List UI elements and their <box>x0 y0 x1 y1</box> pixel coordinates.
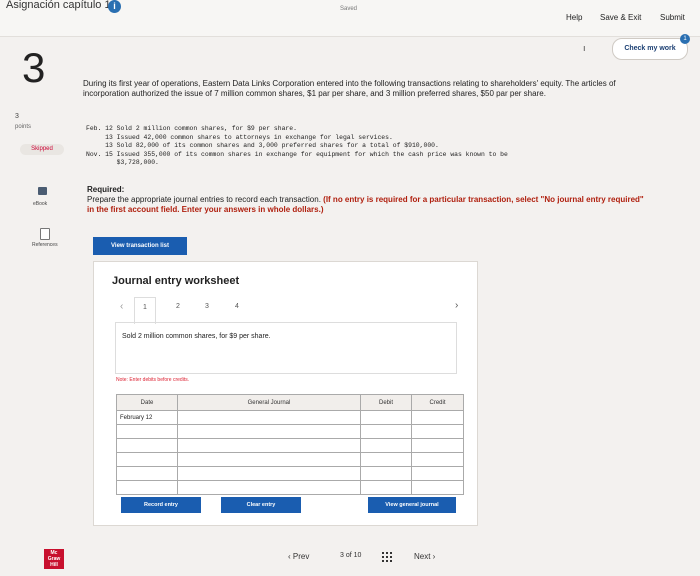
credit-cell[interactable] <box>411 438 464 453</box>
chevron-right-icon[interactable]: › <box>455 300 458 311</box>
page-indicator: 3 of 10 <box>340 552 361 559</box>
date-cell[interactable] <box>116 466 178 481</box>
credit-cell[interactable] <box>411 410 464 425</box>
assignment-title: Asignación capítulo 18 <box>6 0 117 11</box>
check-my-work-button[interactable]: Check my work <box>612 38 688 60</box>
transaction-line: Nov. 15 Issued 355,000 of its common sha… <box>86 150 508 158</box>
column-general-journal: General Journal <box>177 394 361 411</box>
transaction-line: $3,728,000. <box>86 159 159 166</box>
entry-description-box <box>115 322 457 374</box>
date-cell[interactable] <box>116 438 178 453</box>
page-tab-4[interactable]: 4 <box>235 303 239 310</box>
top-bar: Asignación capítulo 18 i Saved Help Save… <box>0 0 700 37</box>
date-cell[interactable]: February 12 <box>116 410 178 425</box>
account-cell[interactable] <box>177 466 361 481</box>
credit-cell[interactable] <box>411 480 464 495</box>
save-exit-link[interactable]: Save & Exit <box>600 13 641 22</box>
date-cell[interactable] <box>116 480 178 495</box>
mcgraw-hill-logo: Mc Graw Hill <box>44 549 64 569</box>
transaction-line: 13 Issued 42,000 common shares to attorn… <box>86 133 393 141</box>
transaction-line: 13 Sold 82,000 of its common shares and … <box>86 142 439 149</box>
help-link[interactable]: Help <box>566 13 582 22</box>
clear-entry-button[interactable]: Clear entry <box>221 497 301 513</box>
date-cell[interactable] <box>116 424 178 439</box>
transaction-list: Feb. 12 Sold 2 million common shares, fo… <box>86 125 666 168</box>
question-intro: During its first year of operations, Eas… <box>83 79 616 98</box>
page-tab-2[interactable]: 2 <box>176 303 180 310</box>
status-badge: Skipped <box>20 144 64 155</box>
table-row: February 12 <box>116 410 464 425</box>
required-instruction: Prepare the appropriate journal entries … <box>87 195 321 204</box>
account-cell[interactable] <box>177 480 361 495</box>
page-tab-3[interactable]: 3 <box>205 303 209 310</box>
credit-cell[interactable] <box>411 452 464 467</box>
journal-table: Date General Journal Debit Credit Februa… <box>116 394 464 495</box>
account-cell[interactable] <box>177 452 361 467</box>
prev-button[interactable]: ‹ Prev <box>288 552 309 561</box>
record-entry-button[interactable]: Record entry <box>121 497 201 513</box>
page-current: 3 <box>340 552 344 559</box>
required-heading: Required: <box>87 185 125 194</box>
page-of-label: of <box>345 552 352 559</box>
transaction-line: Feb. 12 Sold 2 million common shares, fo… <box>86 125 297 132</box>
page-tab-1[interactable]: 1 <box>134 297 156 324</box>
submit-link[interactable]: Submit <box>660 13 685 22</box>
table-header-row: Date General Journal Debit Credit <box>116 394 464 411</box>
view-general-journal-button[interactable]: View general journal <box>368 497 456 513</box>
table-row <box>116 466 464 481</box>
grid-icon[interactable] <box>382 552 392 562</box>
required-text: Prepare the appropriate journal entries … <box>87 195 647 215</box>
debit-cell[interactable] <box>360 466 412 481</box>
check-count-badge: 1 <box>680 34 690 44</box>
account-cell[interactable] <box>177 410 361 425</box>
view-transaction-list-button[interactable]: View transaction list <box>93 237 187 255</box>
references-icon[interactable] <box>40 228 50 240</box>
debit-credit-note: Note: Enter debits before credits. <box>116 377 190 383</box>
account-cell[interactable] <box>177 424 361 439</box>
debit-cell[interactable] <box>360 480 412 495</box>
table-row <box>116 438 464 453</box>
debit-cell[interactable] <box>360 452 412 467</box>
table-row <box>116 480 464 495</box>
column-debit: Debit <box>360 394 412 411</box>
column-date: Date <box>116 394 178 411</box>
ebook-icon[interactable] <box>38 187 47 195</box>
account-cell[interactable] <box>177 438 361 453</box>
saved-status: Saved <box>340 6 358 12</box>
question-number: 3 <box>22 44 46 91</box>
page-total: 10 <box>353 552 362 559</box>
references-link[interactable]: References <box>32 242 58 248</box>
table-row <box>116 452 464 467</box>
next-label: Next <box>414 552 431 561</box>
points-label: points <box>15 124 32 130</box>
worksheet-title: Journal entry worksheet <box>112 275 240 287</box>
entry-description: Sold 2 million common shares, for $9 per… <box>122 333 271 340</box>
ebook-link[interactable]: eBook <box>33 201 47 207</box>
credit-cell[interactable] <box>411 466 464 481</box>
chevron-right-icon: › <box>430 552 436 561</box>
debit-cell[interactable] <box>360 438 412 453</box>
column-credit: Credit <box>411 394 464 411</box>
debit-cell[interactable] <box>360 410 412 425</box>
debit-cell[interactable] <box>360 424 412 439</box>
chevron-left-icon[interactable]: ‹ <box>120 301 123 312</box>
text-cursor-icon: ı <box>583 43 586 53</box>
date-cell[interactable] <box>116 452 178 467</box>
points-value: 3 <box>15 113 19 120</box>
logo-line-3: Hill <box>50 562 58 568</box>
table-row <box>116 424 464 439</box>
credit-cell[interactable] <box>411 424 464 439</box>
next-button[interactable]: Next › <box>414 552 435 561</box>
prev-label: Prev <box>292 552 310 561</box>
info-icon[interactable]: i <box>108 0 121 13</box>
